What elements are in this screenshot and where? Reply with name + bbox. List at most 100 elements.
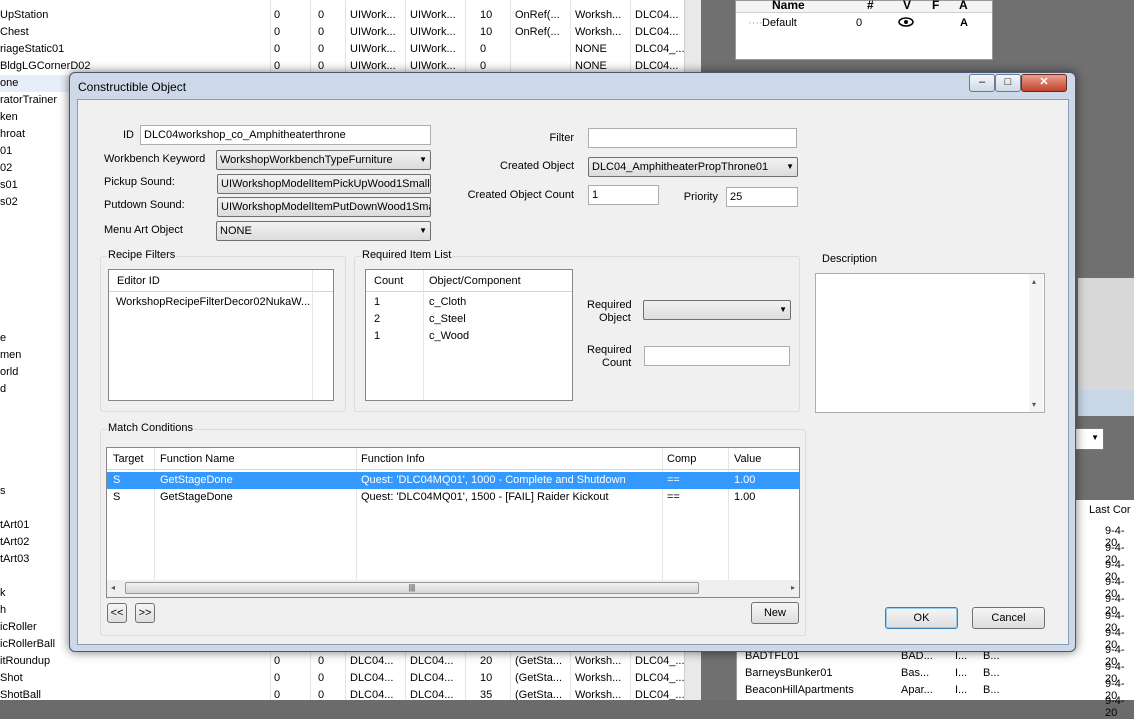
layers-header-name[interactable]: Name — [772, 0, 805, 11]
editor-id-column-header[interactable]: Editor ID — [117, 275, 160, 287]
list-item[interactable]: Shot 0 0 DLC04... DLC04... 10 (GetSta... Worksh… — [0, 670, 700, 687]
match-conditions-hscrollbar[interactable]: ◂ ||| ▸ — [107, 580, 799, 597]
cell-list-header-last[interactable]: Last Cor — [1089, 504, 1131, 516]
list-item[interactable]: itRoundup 0 0 DLC04... DLC04... 20 (GetSta... W… — [0, 653, 700, 670]
layers-header-v[interactable]: V — [903, 0, 911, 11]
cell-field: BarneysBunker01 — [745, 667, 833, 679]
object-field: DLC04... — [635, 26, 679, 38]
object-name: riageStatic01 — [0, 43, 65, 55]
object-name: s — [0, 485, 6, 497]
function-info-column-header[interactable]: Function Info — [361, 453, 425, 465]
pickup-sound-button[interactable]: UIWorkshopModelItemPickUpWood1Small — [217, 174, 431, 194]
description-textarea[interactable] — [815, 273, 1045, 413]
id-field[interactable]: DLC04workshop_co_Amphitheaterthrone — [140, 125, 431, 145]
object-field: 10 — [480, 9, 493, 21]
new-condition-button[interactable]: New — [751, 602, 799, 624]
priority-input[interactable]: 25 — [726, 187, 798, 207]
move-down-button[interactable]: >> — [135, 603, 155, 623]
object-field: OnRef(... — [515, 9, 560, 21]
description-scrollbar[interactable]: ▴ ▾ — [1029, 274, 1043, 412]
layer-active-flag[interactable]: A — [960, 17, 968, 29]
list-item[interactable]: UpStation 0 0 UIWork... UIWork... 10 OnRef(...… — [0, 7, 700, 24]
workbench-keyword-select[interactable]: WorkshopWorkbenchTypeFurniture ▼ — [216, 150, 431, 170]
list-item[interactable]: ShotBall 0 0 DLC04... DLC04... 35 (GetSta... Wo… — [0, 687, 700, 700]
required-item-list[interactable]: Count Object/Component 1 c_Cloth 2 c_Ste… — [365, 269, 573, 401]
object-field: DLC04... — [410, 655, 454, 667]
created-object-label: Created Object — [500, 160, 574, 172]
eye-icon[interactable] — [898, 16, 914, 31]
minimize-button[interactable]: – — [969, 74, 995, 92]
cell-field: I... — [955, 667, 968, 679]
layers-header-f[interactable]: F — [932, 0, 939, 11]
scrollbar-thumb[interactable]: ||| — [125, 582, 699, 594]
object-name: 01 — [0, 145, 13, 157]
object-field: (GetSta... — [515, 655, 563, 667]
close-button[interactable]: ✕ — [1021, 74, 1067, 92]
constructible-object-dialog: Constructible Object – □ ✕ ID DLC04works… — [69, 72, 1076, 652]
condition-comp: == — [667, 491, 680, 503]
function-name-column-header[interactable]: Function Name — [160, 453, 235, 465]
object-field: 0 — [274, 689, 281, 700]
panel-header-strip — [1078, 390, 1134, 416]
layer-row-default[interactable]: ···· Default 0 A — [736, 15, 992, 33]
count-column-header[interactable]: Count — [374, 275, 403, 287]
recipe-filters-header: Editor ID — [109, 270, 333, 292]
maximize-button[interactable]: □ — [995, 74, 1021, 92]
cell-list-row[interactable]: BarneysBunker01 Bas... I... B... — [745, 667, 1085, 684]
created-object-count-input[interactable]: 1 — [588, 185, 659, 205]
object-name: icRoller — [0, 621, 37, 633]
menu-art-object-select[interactable]: NONE ▼ — [216, 221, 431, 241]
scroll-left-icon[interactable]: ◂ — [111, 583, 115, 592]
panel-dropdown[interactable]: ▼ — [1072, 428, 1104, 450]
putdown-sound-label: Putdown Sound: — [104, 199, 185, 211]
target-column-header[interactable]: Target — [113, 453, 144, 465]
object-component-column-header[interactable]: Object/Component — [429, 275, 521, 287]
layers-header-a[interactable]: A — [959, 0, 968, 11]
list-item[interactable]: riageStatic01 0 0 UIWork... UIWork... 0 NONE DL… — [0, 41, 700, 58]
object-field: 0 — [318, 655, 325, 667]
object-name: s01 — [0, 179, 18, 191]
putdown-sound-button[interactable]: UIWorkshopModelItemPutDownWood1Small — [217, 197, 431, 217]
scroll-up-icon[interactable]: ▴ — [1032, 277, 1036, 286]
object-name: ShotBall — [0, 689, 41, 700]
workbench-keyword-label: Workbench Keyword — [104, 153, 206, 165]
table-row[interactable]: 2 c_Steel — [366, 311, 572, 328]
recipe-filters-list[interactable]: Editor ID WorkshopRecipeFilterDecor02Nuk… — [108, 269, 334, 401]
cancel-button[interactable]: Cancel — [972, 607, 1045, 629]
match-conditions-list[interactable]: Target Function Name Function Info Comp … — [106, 447, 800, 598]
list-item[interactable]: Chest 0 0 UIWork... UIWork... 10 OnRef(... Work… — [0, 24, 700, 41]
required-object-select[interactable]: ▼ — [643, 300, 791, 320]
layer-name: Default — [762, 17, 797, 29]
move-up-button[interactable]: << — [107, 603, 127, 623]
dialog-titlebar[interactable]: Constructible Object – □ ✕ — [70, 73, 1075, 99]
created-object-select[interactable]: DLC04_AmphitheaterPropThrone01 ▼ — [588, 157, 798, 177]
workbench-keyword-value: WorkshopWorkbenchTypeFurniture — [220, 154, 393, 166]
list-item[interactable]: WorkshopRecipeFilterDecor02NukaW... — [109, 294, 333, 311]
scroll-down-icon[interactable]: ▾ — [1032, 400, 1036, 409]
object-name: UpStation — [0, 9, 49, 21]
chevron-down-icon: ▼ — [779, 305, 787, 314]
object-name: itRoundup — [0, 655, 51, 667]
cell-list-row[interactable]: BADTFL01 BAD... I... B... — [745, 650, 1085, 667]
table-row-selected[interactable]: S GetStageDone Quest: 'DLC04MQ01', 1000 … — [107, 472, 799, 489]
object-field: UIWork... — [410, 26, 456, 38]
table-row[interactable]: S GetStageDone Quest: 'DLC04MQ01', 1500 … — [107, 489, 799, 506]
required-object-label: Required — [587, 299, 632, 311]
table-row[interactable]: 1 c_Wood — [366, 328, 572, 345]
comp-column-header[interactable]: Comp — [667, 453, 696, 465]
table-row[interactable]: 1 c_Cloth — [366, 294, 572, 311]
object-field: 0 — [274, 26, 281, 38]
object-name: 02 — [0, 162, 13, 174]
item-count: 1 — [374, 330, 381, 342]
value-column-header[interactable]: Value — [734, 453, 761, 465]
object-name: tArt02 — [0, 536, 30, 548]
dialog-client-area: ID DLC04workshop_co_Amphitheaterthrone W… — [77, 99, 1069, 645]
cell-list-row[interactable]: BeaconHillApartments Apar... I... B... — [745, 684, 1085, 701]
required-count-input[interactable] — [644, 346, 790, 366]
condition-function: GetStageDone — [160, 491, 233, 503]
object-field: (GetSta... — [515, 689, 563, 700]
ok-button[interactable]: OK — [885, 607, 958, 629]
layers-header-num[interactable]: # — [867, 0, 874, 11]
filter-input[interactable] — [588, 128, 797, 148]
scroll-right-icon[interactable]: ▸ — [791, 583, 795, 592]
